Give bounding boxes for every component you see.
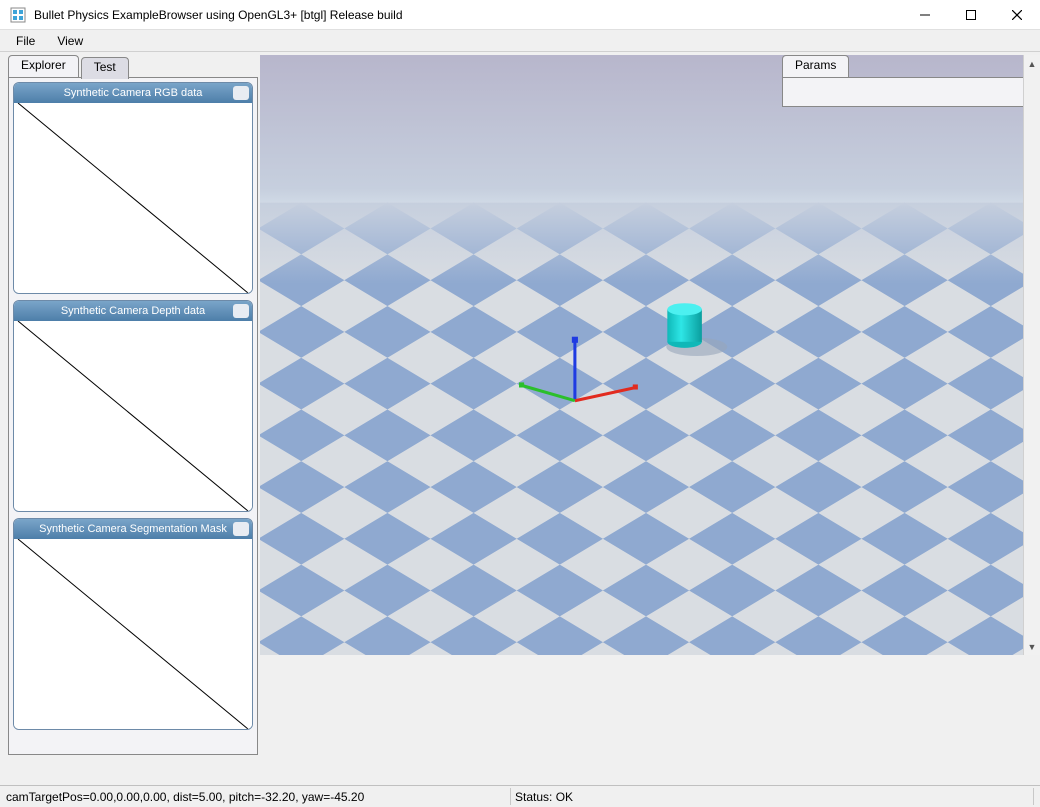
- client-area: Explorer Test Synthetic Camera RGB data …: [0, 52, 1040, 785]
- right-panel: Params: [782, 55, 1032, 655]
- card-seg: Synthetic Camera Segmentation Mask: [13, 518, 253, 730]
- card-seg-collapse[interactable]: [233, 522, 249, 536]
- card-seg-body: [14, 539, 252, 729]
- card-rgb-collapse[interactable]: [233, 86, 249, 100]
- app-icon: [10, 7, 26, 23]
- statusbar: camTargetPos=0.00,0.00,0.00, dist=5.00, …: [0, 785, 1040, 807]
- card-depth-collapse[interactable]: [233, 304, 249, 318]
- status-divider-2: [1033, 788, 1034, 805]
- menu-view[interactable]: View: [47, 32, 93, 50]
- cyan-cylinder: [667, 303, 702, 348]
- tab-explorer[interactable]: Explorer: [8, 55, 79, 77]
- tab-params[interactable]: Params: [782, 55, 849, 77]
- tab-test[interactable]: Test: [81, 57, 129, 79]
- params-panel: [782, 77, 1032, 107]
- close-button[interactable]: [994, 0, 1040, 29]
- explorer-panel: Synthetic Camera RGB data Synthetic Came…: [8, 77, 258, 755]
- card-rgb-body: [14, 103, 252, 293]
- card-seg-title: Synthetic Camera Segmentation Mask: [39, 523, 227, 535]
- card-depth-head[interactable]: Synthetic Camera Depth data: [14, 301, 252, 321]
- card-depth-title: Synthetic Camera Depth data: [61, 305, 205, 317]
- card-depth-body: [14, 321, 252, 511]
- card-depth: Synthetic Camera Depth data: [13, 300, 253, 512]
- card-rgb-title: Synthetic Camera RGB data: [64, 87, 203, 99]
- left-tabstrip: Explorer Test: [8, 55, 258, 77]
- status-camera: camTargetPos=0.00,0.00,0.00, dist=5.00, …: [0, 790, 364, 804]
- window-title: Bullet Physics ExampleBrowser using Open…: [34, 8, 902, 22]
- vertical-scrollbar[interactable]: ▲ ▼: [1023, 55, 1040, 655]
- window-controls: [902, 0, 1040, 29]
- status-ok: Status: OK: [515, 790, 573, 804]
- titlebar: Bullet Physics ExampleBrowser using Open…: [0, 0, 1040, 30]
- scroll-down-button[interactable]: ▼: [1024, 638, 1040, 655]
- card-seg-head[interactable]: Synthetic Camera Segmentation Mask: [14, 519, 252, 539]
- scroll-up-button[interactable]: ▲: [1024, 55, 1040, 72]
- left-panel: Explorer Test Synthetic Camera RGB data …: [8, 55, 258, 755]
- minimize-button[interactable]: [902, 0, 948, 29]
- card-rgb: Synthetic Camera RGB data: [13, 82, 253, 294]
- card-rgb-head[interactable]: Synthetic Camera RGB data: [14, 83, 252, 103]
- right-tabstrip: Params: [782, 55, 1032, 77]
- status-divider: [510, 788, 511, 805]
- menubar: File View: [0, 30, 1040, 52]
- menu-file[interactable]: File: [6, 32, 45, 50]
- maximize-button[interactable]: [948, 0, 994, 29]
